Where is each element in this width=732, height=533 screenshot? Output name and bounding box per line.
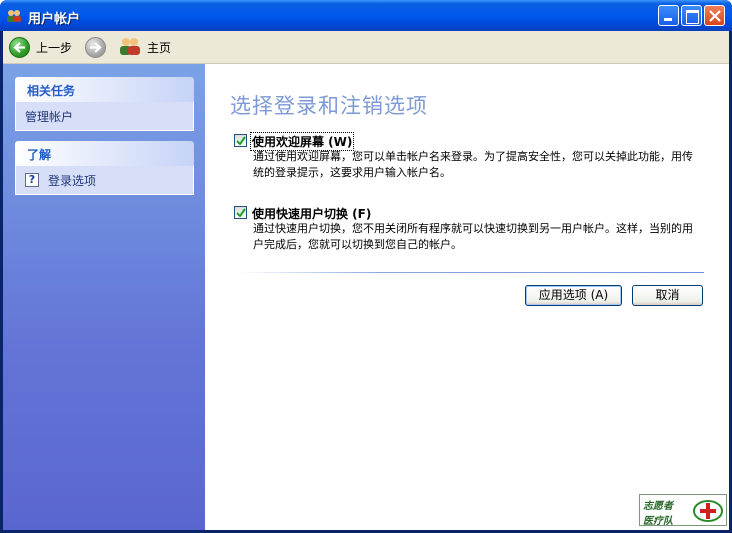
logo-text-line1: 志愿者 <box>643 501 673 512</box>
back-arrow-icon <box>9 36 30 58</box>
related-tasks-body: 管理帐户 <box>15 102 194 131</box>
related-tasks-header: 相关任务 <box>15 77 194 102</box>
welcome-screen-description: 通过使用欢迎屏幕，您可以单击帐户名来登录。为了提高安全性，您可以关掉此功能，用传… <box>253 150 693 179</box>
red-cross-icon <box>693 500 723 522</box>
user-accounts-icon <box>6 8 22 24</box>
forward-arrow-icon <box>85 36 106 58</box>
home-label: 主页 <box>147 40 172 55</box>
minimize-button[interactable] <box>658 5 679 26</box>
toolbar: 上一步 主页 <box>3 31 729 64</box>
welcome-screen-checkbox[interactable] <box>234 134 247 147</box>
learn-about-header: 了解 <box>15 141 194 166</box>
checkmark-icon <box>236 136 246 146</box>
sidebar-item-label: 登录选项 <box>48 173 97 188</box>
apply-options-button[interactable]: 应用选项 (A) <box>525 285 622 306</box>
cancel-button[interactable]: 取消 <box>632 285 703 306</box>
sidebar-item-label: 管理帐户 <box>25 109 74 124</box>
forward-button[interactable] <box>85 36 106 58</box>
sidebar-item-manage-accounts[interactable]: 管理帐户 <box>16 102 193 130</box>
sidebar-item-logon-options[interactable]: ? 登录选项 <box>16 166 193 194</box>
help-icon: ? <box>25 173 39 187</box>
main-panel: 选择登录和注销选项 使用欢迎屏幕 (W) 通过使用欢迎屏幕，您可以单击帐户名来登… <box>205 64 729 530</box>
related-tasks-panel: 相关任务 管理帐户 <box>15 77 194 131</box>
title-bar[interactable]: 用户帐户 <box>0 0 732 31</box>
separator-line <box>240 272 704 273</box>
fast-user-switching-description: 通过快速用户切换，您不用关闭所有程序就可以快速切换到另一用户帐户。这样，当别的用… <box>253 222 693 251</box>
learn-about-panel: 了解 ? 登录选项 <box>15 141 194 195</box>
learn-about-body: ? 登录选项 <box>15 166 194 195</box>
fast-user-switching-label[interactable]: 使用快速用户切换 (F) <box>251 205 372 222</box>
task-sidebar: 相关任务 管理帐户 了解 ? 登录选项 <box>3 64 205 530</box>
home-button[interactable]: 主页 <box>119 36 171 58</box>
page-title: 选择登录和注销选项 <box>230 94 428 118</box>
back-button[interactable]: 上一步 <box>9 36 72 58</box>
window-title: 用户帐户 <box>28 12 81 27</box>
checkmark-icon <box>236 208 246 218</box>
fast-user-switching-checkbox[interactable] <box>234 206 247 219</box>
back-label: 上一步 <box>36 40 73 55</box>
close-button[interactable] <box>704 5 725 26</box>
user-accounts-home-icon <box>119 36 141 59</box>
logo-text-line2: 医疗队 <box>643 516 673 527</box>
close-icon <box>709 10 721 22</box>
maximize-button[interactable] <box>681 5 702 26</box>
welcome-screen-label[interactable]: 使用欢迎屏幕 (W) <box>249 132 355 151</box>
content-area: 相关任务 管理帐户 了解 ? 登录选项 选择登录和注销选项 使用欢迎屏幕 (W)… <box>3 64 729 530</box>
user-accounts-window: 用户帐户 上一步 主页 相关任务 管理帐户 了解 ? 登录选项 选择登录和注销选… <box>0 0 732 533</box>
volunteer-medical-team-logo: 志愿者 医疗队 <box>639 494 727 527</box>
